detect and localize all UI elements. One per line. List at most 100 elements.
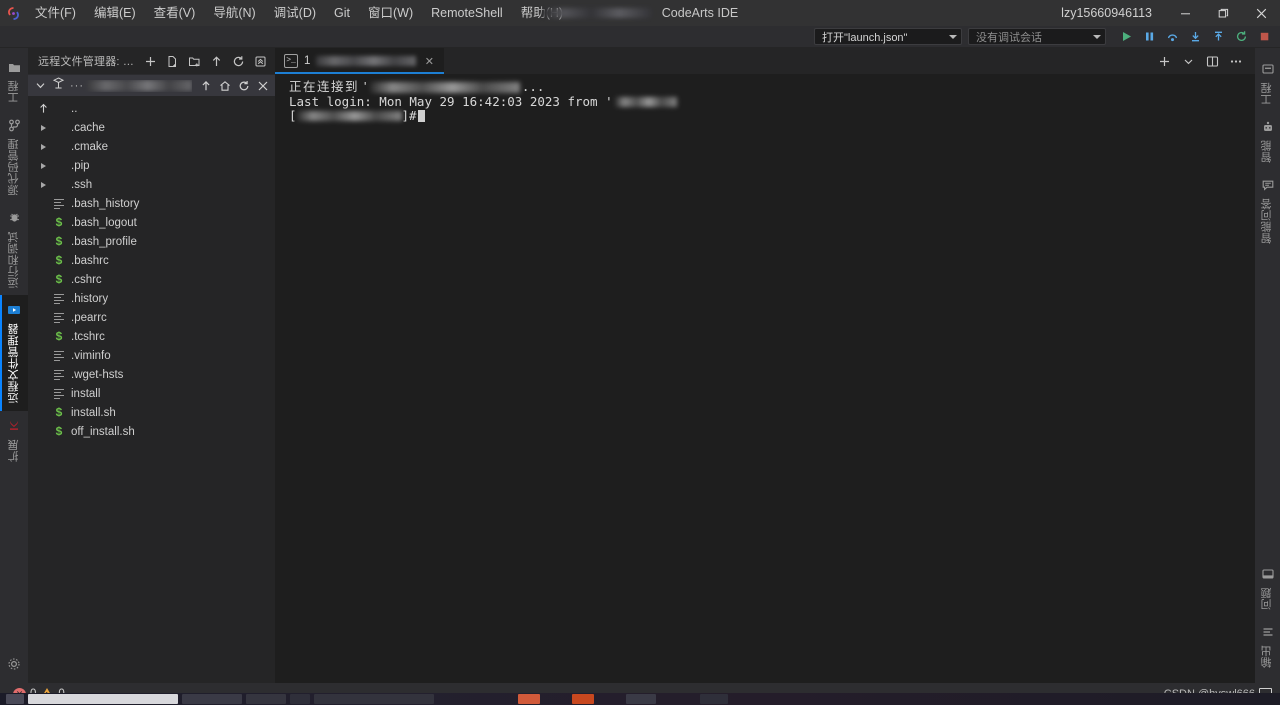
file-row-file[interactable]: $ .bashrc — [28, 251, 275, 270]
taskbar-item[interactable] — [572, 694, 594, 704]
aux-output[interactable]: 输出 — [1255, 617, 1280, 675]
split-editor-icon[interactable] — [1201, 50, 1223, 72]
more-actions-icon[interactable] — [1225, 50, 1247, 72]
pause-icon[interactable] — [1139, 27, 1159, 47]
activity-extensions[interactable]: 扩展 — [0, 411, 28, 469]
new-terminal-icon[interactable] — [1153, 50, 1175, 72]
taskbar-item[interactable] — [626, 694, 656, 704]
activity-project[interactable]: 工程 — [0, 52, 28, 110]
gear-icon[interactable] — [5, 655, 23, 673]
menu-file[interactable]: 文件(F) — [26, 2, 85, 24]
taskbar-item[interactable] — [700, 694, 728, 704]
file-row-folder[interactable]: .cmake — [28, 137, 275, 156]
debug-session-select[interactable]: 没有调试会话 — [968, 28, 1106, 45]
new-folder-icon[interactable] — [184, 51, 205, 71]
twisty-collapsed-icon[interactable] — [36, 181, 51, 188]
file-name: .pip — [71, 159, 90, 172]
file-row-file[interactable]: .bash_history — [28, 194, 275, 213]
activity-source-control-label: 源代码管理 — [7, 138, 20, 196]
new-file-icon[interactable] — [162, 51, 183, 71]
file-row-file[interactable]: install — [28, 384, 275, 403]
aux-project[interactable]: 工程 — [1255, 54, 1280, 112]
text-file-icon — [51, 369, 67, 380]
file-row-file[interactable]: .history — [28, 289, 275, 308]
file-row-file[interactable]: $ .bash_logout — [28, 213, 275, 232]
taskbar-item[interactable] — [290, 694, 310, 704]
panel-title: 远程文件管理器: RE... — [38, 56, 140, 68]
aux-problems[interactable]: 问题 — [1255, 559, 1280, 617]
step-into-icon[interactable] — [1185, 27, 1205, 47]
file-row-file[interactable]: .viminfo — [28, 346, 275, 365]
collapse-all-icon[interactable] — [250, 51, 271, 71]
menu-navigate[interactable]: 导航(N) — [204, 2, 264, 24]
tab-strip-actions — [1153, 48, 1255, 74]
upload-icon[interactable] — [206, 51, 227, 71]
twisty-collapsed-icon[interactable] — [36, 143, 51, 150]
aux-smart-qa[interactable]: 智能问答 — [1255, 170, 1280, 251]
menu-git[interactable]: Git — [325, 2, 359, 24]
twisty-expanded-icon[interactable] — [34, 81, 47, 90]
home-icon[interactable] — [216, 77, 233, 95]
minimize-button[interactable] — [1166, 0, 1204, 26]
taskbar-item[interactable] — [246, 694, 286, 704]
taskbar-search[interactable] — [28, 694, 178, 704]
taskbar-item[interactable] — [182, 694, 242, 704]
debug-controls — [1112, 27, 1274, 47]
aux-output-label: 输出 — [1261, 645, 1273, 668]
chevron-down-icon[interactable] — [1177, 50, 1199, 72]
refresh-icon[interactable] — [228, 51, 249, 71]
disconnect-icon[interactable] — [254, 77, 271, 95]
file-name: .bash_profile — [71, 235, 137, 248]
restart-icon[interactable] — [1231, 27, 1251, 47]
refresh-connection-icon[interactable] — [235, 77, 252, 95]
file-row-parent[interactable]: .. — [28, 99, 275, 118]
menu-remoteshell[interactable]: RemoteShell — [422, 2, 512, 24]
run-start-icon[interactable] — [1116, 27, 1136, 47]
activity-remote-file-manager[interactable]: 远程文件管理器 — [0, 295, 28, 411]
menu-help[interactable]: 帮助(H) — [512, 2, 572, 24]
file-row-file[interactable]: $ .bash_profile — [28, 232, 275, 251]
debug-session-label: 没有调试会话 — [976, 31, 1042, 44]
menu-debug[interactable]: 调试(D) — [265, 2, 325, 24]
file-row-folder[interactable]: .ssh — [28, 175, 275, 194]
menu-view[interactable]: 查看(V) — [145, 2, 205, 24]
twisty-collapsed-icon[interactable] — [36, 162, 51, 169]
taskbar-start[interactable] — [6, 694, 24, 704]
activity-run-debug[interactable]: 运行和调试 — [0, 203, 28, 296]
taskbar-item[interactable] — [518, 694, 540, 704]
go-up-icon[interactable] — [197, 77, 214, 95]
file-row-file[interactable]: $ .tcshrc — [28, 327, 275, 346]
output-icon — [1260, 624, 1276, 640]
menu-edit[interactable]: 编辑(E) — [85, 2, 145, 24]
twisty-collapsed-icon[interactable] — [36, 124, 51, 131]
add-connection-icon[interactable] — [140, 51, 161, 71]
launch-config-select[interactable]: 打开"launch.json" — [814, 28, 962, 45]
aux-smart[interactable]: 智能 — [1255, 112, 1280, 170]
file-list[interactable]: .. .cache .cmake .pip .ssh .bash_history… — [28, 96, 275, 683]
file-row-file[interactable]: $ off_install.sh — [28, 422, 275, 441]
activity-source-control[interactable]: 源代码管理 — [0, 110, 28, 203]
remote-connection-bar[interactable]: ··· — [28, 74, 275, 96]
tab-terminal[interactable]: >_ 1 ✕ — [275, 48, 446, 74]
step-out-icon[interactable] — [1208, 27, 1228, 47]
tab-close-icon[interactable]: ✕ — [422, 55, 436, 68]
close-button[interactable] — [1242, 0, 1280, 26]
file-row-file[interactable]: .wget-hsts — [28, 365, 275, 384]
terminal-host-redacted — [369, 81, 520, 93]
file-row-folder[interactable]: .cache — [28, 118, 275, 137]
stop-icon[interactable] — [1254, 27, 1274, 47]
user-account-label[interactable]: lzy15660946113 — [1061, 6, 1166, 20]
file-row-file[interactable]: $ .cshrc — [28, 270, 275, 289]
terminal-login-text: Last login: Mon May 29 16:42:03 2023 fro… — [289, 93, 613, 109]
file-row-folder[interactable]: .pip — [28, 156, 275, 175]
taskbar-item[interactable] — [314, 694, 434, 704]
terminal-output[interactable]: 正在连接到 ' ... Last login: Mon May 29 16:42… — [275, 74, 1255, 683]
file-name: .cache — [71, 121, 105, 134]
file-row-file[interactable]: $ install.sh — [28, 403, 275, 422]
step-over-icon[interactable] — [1162, 27, 1182, 47]
file-row-file[interactable]: .pearrc — [28, 308, 275, 327]
menu-window[interactable]: 窗口(W) — [359, 2, 422, 24]
file-name: .wget-hsts — [71, 368, 124, 381]
huawei-logo-icon — [6, 418, 22, 434]
maximize-button[interactable] — [1204, 0, 1242, 26]
